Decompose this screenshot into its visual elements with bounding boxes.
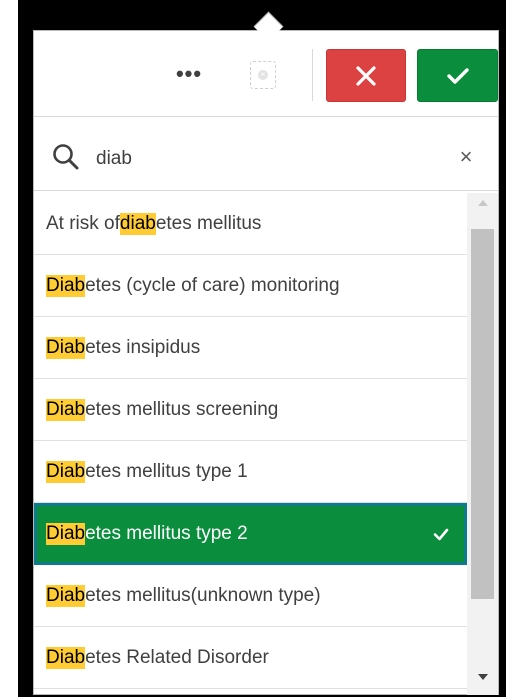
clear-selection-icon: ×	[258, 70, 268, 80]
item-match: Diab	[46, 523, 86, 545]
item-match: Diab	[46, 460, 86, 483]
item-match: diab	[119, 212, 156, 235]
confirm-selection-button[interactable]	[417, 49, 498, 102]
scroll-up-arrow-icon[interactable]	[467, 199, 498, 213]
list-scrollbar[interactable]	[467, 193, 498, 695]
item-suffix: etes (cycle of care) monitoring	[85, 274, 340, 296]
item-match: Diab	[46, 274, 86, 297]
results-list: At risk of diab etes mellitus Diab etes (c…	[34, 193, 467, 695]
list-item[interactable]: Diab etes insipidus	[34, 317, 467, 379]
clear-search-icon[interactable]: ×	[454, 145, 478, 169]
list-item[interactable]: Diab etes Related Disorder	[34, 627, 467, 689]
search-input[interactable]	[96, 144, 436, 174]
item-suffix: etes mellitus(unknown type)	[85, 584, 321, 606]
clear-selection-button[interactable]: ×	[250, 61, 276, 89]
check-icon	[446, 67, 469, 84]
item-suffix: etes Related Disorder	[85, 646, 269, 668]
item-prefix: At risk of	[46, 212, 120, 234]
list-item[interactable]: At risk of diab etes mellitus	[34, 193, 467, 255]
list-item-selected[interactable]: Diab etes mellitus type 2	[34, 503, 467, 565]
scroll-down-arrow-icon[interactable]	[467, 673, 498, 687]
item-suffix: etes mellitus type 2	[85, 523, 248, 544]
list-item[interactable]: Diab etes mellitus type 1	[34, 441, 467, 503]
selection-popover: ••• × × At risk of diabetes mellitus Di	[33, 30, 499, 695]
item-suffix: etes insipidus	[85, 336, 201, 358]
item-match: Diab	[46, 646, 86, 669]
toolbar-divider	[312, 49, 313, 101]
item-suffix: etes mellitus	[155, 212, 262, 234]
item-suffix: etes mellitus screening	[85, 398, 279, 420]
item-suffix: etes mellitus type 1	[85, 460, 248, 482]
list-item[interactable]: Diab etes mellitus screening	[34, 379, 467, 441]
cancel-selection-button[interactable]	[326, 49, 406, 102]
item-match: Diab	[46, 336, 86, 359]
selected-check-icon	[433, 528, 449, 541]
selection-toolbar: ••• ×	[34, 31, 498, 117]
item-match: Diab	[46, 398, 86, 421]
item-match: Diab	[46, 584, 86, 607]
more-options-button[interactable]: •••	[164, 49, 214, 99]
list-item[interactable]: Diab etes (cycle of care) monitoring	[34, 255, 467, 317]
search-icon	[53, 144, 79, 170]
scrollbar-thumb[interactable]	[471, 229, 494, 599]
search-bar: ×	[34, 128, 498, 191]
list-item[interactable]: Diab etes mellitus(unknown type)	[34, 565, 467, 627]
close-icon	[356, 65, 376, 86]
